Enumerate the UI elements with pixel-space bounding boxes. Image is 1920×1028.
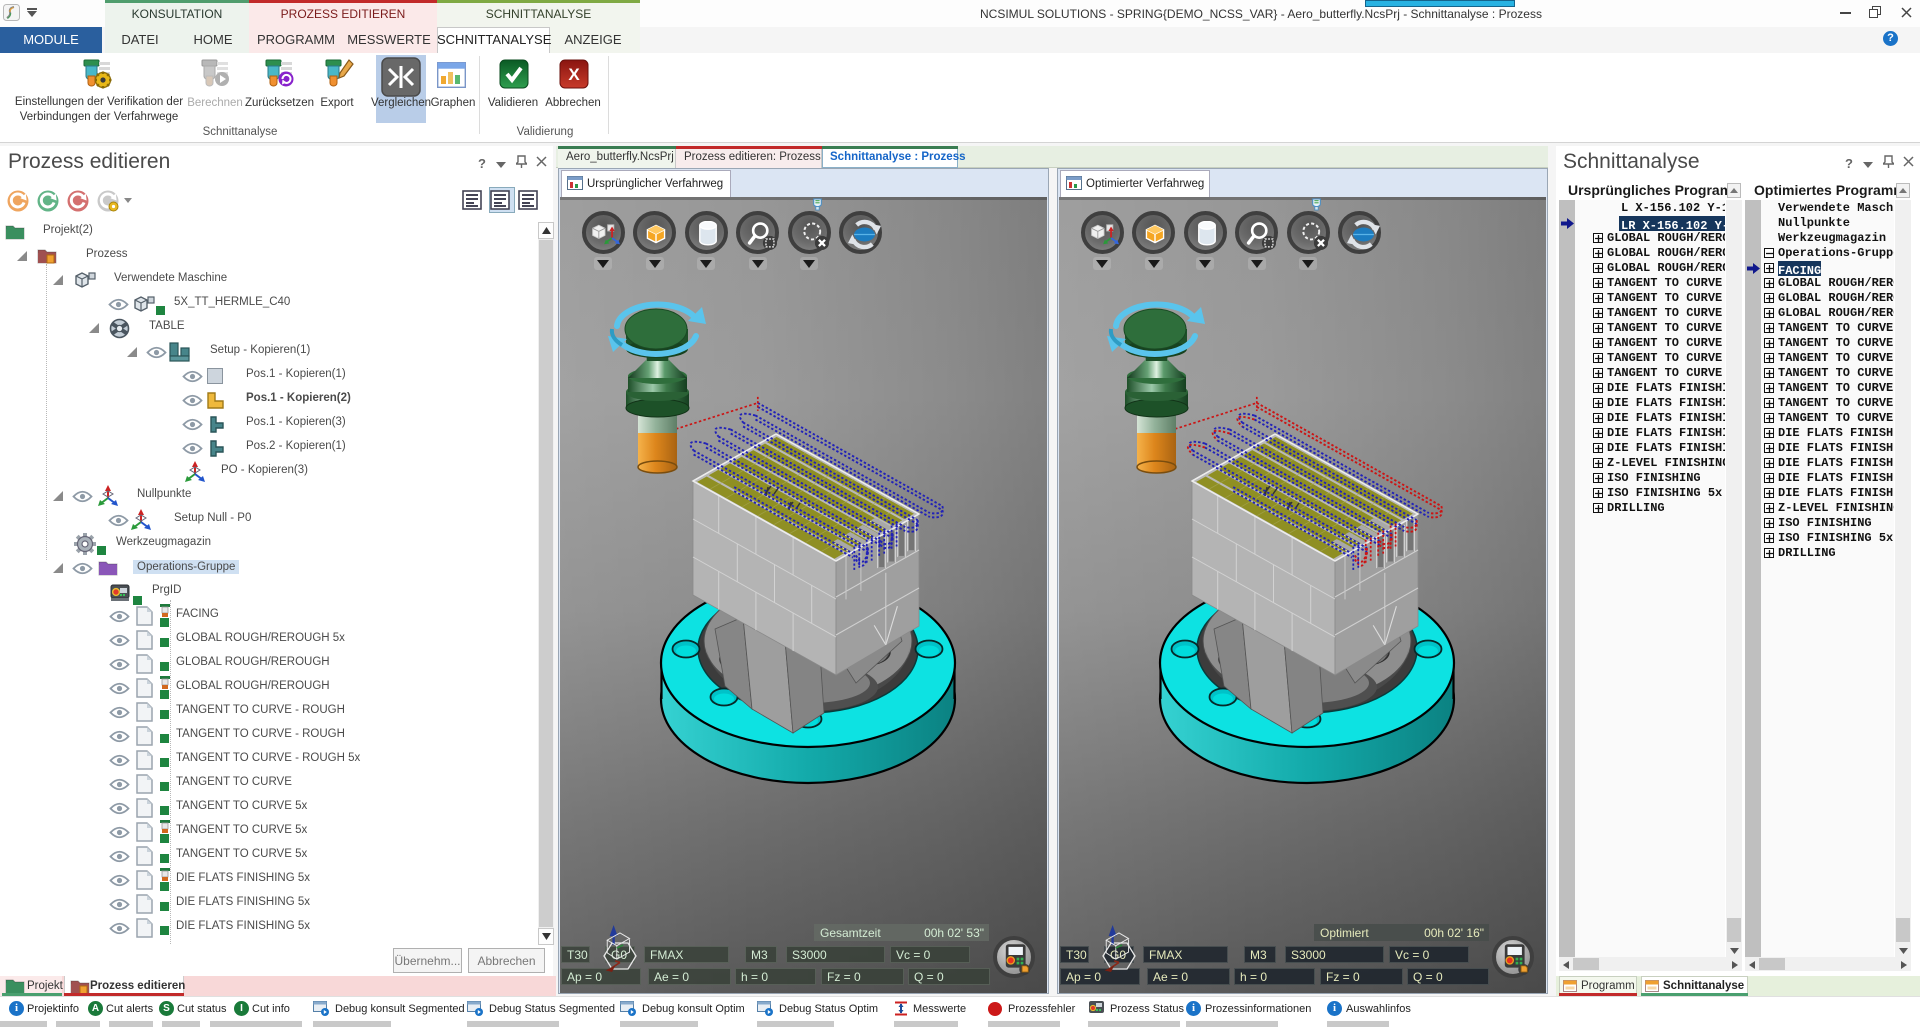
svg-text:X: X [568,65,580,84]
